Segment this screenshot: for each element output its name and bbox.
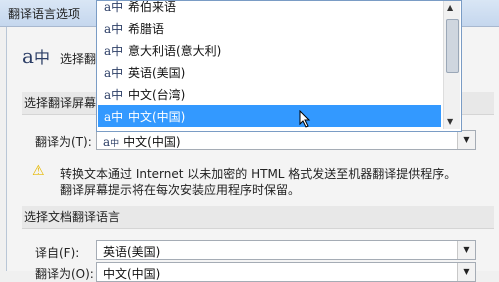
translate-icon: a中 [104,88,124,102]
scrollbar-thumb[interactable] [446,19,459,73]
chevron-down-icon[interactable]: ▼ [457,263,475,281]
list-item[interactable]: a中 希腊语 [98,17,441,39]
warning-icon: ⚠ [32,163,45,179]
translate-from-value: 英语(美国) [103,245,161,259]
language-dropdown-list[interactable]: a中 希伯来语 a中 希腊语 a中 意大利语(意大利) a中 英语(美国) a中… [96,0,462,132]
translate-icon: a中 [104,0,124,14]
window-title: 翻译语言选项 [8,7,81,21]
dropdown-scrollbar[interactable]: ▲ ▼ [443,1,460,129]
translate-icon: a中 [104,66,124,80]
translate-to2-value: 中文(中国) [103,267,161,281]
warning-line2: 翻译屏幕提示将在每次安装应用程序时保留。 [60,183,301,197]
translate-icon: a中 [104,44,124,58]
section-document-language: 选择文档翻译语言 [22,206,494,229]
translate-to2-label: 翻译为(O): [35,267,94,281]
warning-line1: 转换文本通过 Internet 以未加密的 HTML 格式发送至机器翻译提供程序… [60,167,457,181]
translate-to-label: 翻译为(T): [35,135,92,149]
list-item-selected[interactable]: a中 中文(中国) [98,105,441,127]
scroll-down-icon[interactable]: ▼ [447,117,453,126]
translate-to-combo[interactable]: a中 中文(中国) ▼ [96,130,476,150]
chevron-down-icon[interactable]: ▼ [457,241,475,259]
translate-to-value: a中 中文(中国) [103,135,181,149]
translate-icon: a中 [104,22,124,36]
translate-from-combo[interactable]: 英语(美国) ▼ [96,240,476,260]
list-item[interactable]: a中 意大利语(意大利) [98,39,441,61]
dialog-heading: 选择翻 [60,52,97,66]
list-item[interactable]: a中 希伯来语 [98,0,441,17]
chevron-down-icon[interactable]: ▼ [457,131,475,149]
scroll-up-icon[interactable]: ▲ [447,3,453,12]
mouse-cursor-icon [299,110,311,128]
translate-icon: a中 [104,110,124,124]
list-item[interactable]: a中 中文(台湾) [98,83,441,105]
translate-icon: a中 [22,44,50,68]
translate-to2-combo[interactable]: 中文(中国) ▼ [96,262,476,282]
list-item[interactable]: a中 英语(美国) [98,61,441,83]
translate-from-label: 译自(F): [35,246,80,260]
